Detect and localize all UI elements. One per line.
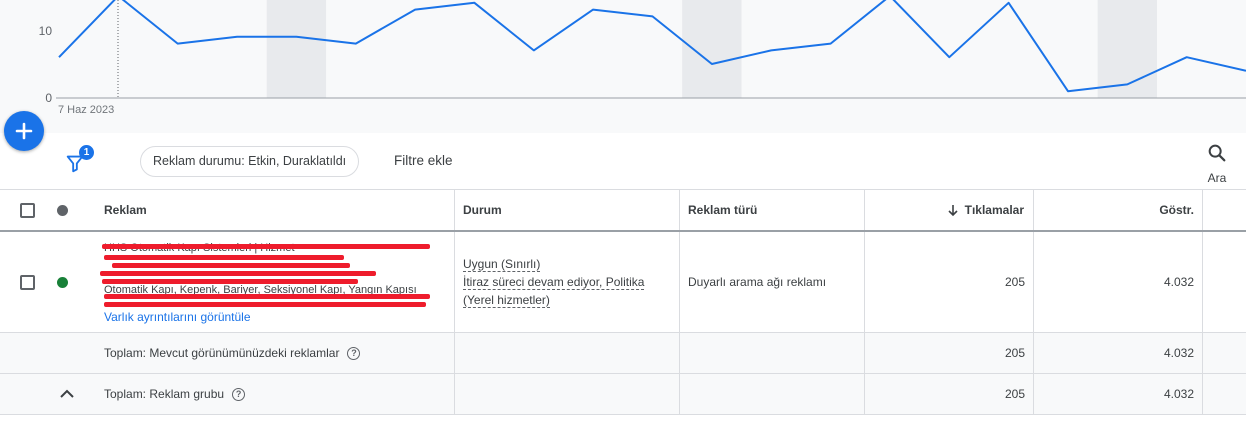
data-point[interactable] <box>354 42 358 46</box>
search-button[interactable]: Ara <box>1204 142 1230 185</box>
data-point[interactable] <box>1185 55 1189 59</box>
status-line-3[interactable]: (Yerel hizmetler) <box>463 293 550 308</box>
search-label: Ara <box>1207 171 1227 185</box>
data-point[interactable] <box>532 48 536 52</box>
filter-count-badge: 1 <box>79 145 94 160</box>
clicks-cell: 205 <box>1004 275 1025 289</box>
impressions-cell: 4.032 <box>1163 275 1194 289</box>
series-line <box>58 0 1246 93</box>
column-header-impressions[interactable]: Göstr. <box>1033 190 1194 230</box>
column-header-ad[interactable]: Reklam <box>104 190 147 230</box>
total-view-impressions: 4.032 <box>1163 346 1194 360</box>
redaction-mark <box>104 255 344 260</box>
data-point[interactable] <box>947 55 951 59</box>
filter-bar: 1 Reklam durumu: Etkin, Duraklatıldı Fil… <box>0 133 1246 190</box>
redaction-mark <box>112 263 350 268</box>
table-row: HHS Otomatik Kapı Sistemleri | Hizmet Ot… <box>0 232 1246 333</box>
select-all-checkbox[interactable] <box>20 202 35 218</box>
y-tick-10: 10 <box>38 24 52 38</box>
total-row-ad-group-label-wrap: Toplam: Reklam grubu ? <box>104 374 246 414</box>
ads-table: Reklam Durum Reklam türü Tıklamalar Göst… <box>0 190 1246 415</box>
total-view-clicks: 205 <box>1004 346 1025 360</box>
data-point[interactable] <box>769 48 773 52</box>
column-header-clicks[interactable]: Tıklamalar <box>864 190 1024 230</box>
total-row-ad-group-label: Toplam: Reklam grubu <box>104 387 225 401</box>
data-point[interactable] <box>1066 89 1070 93</box>
status-line-2[interactable]: İtiraz süreci devam ediyor, Politika <box>463 275 645 290</box>
total-ad-group-clicks: 205 <box>1004 387 1025 401</box>
data-point[interactable] <box>1007 1 1011 5</box>
data-point[interactable] <box>591 8 595 12</box>
ad-type-cell: Duyarlı arama ağı reklamı <box>688 275 827 289</box>
plus-icon <box>15 122 33 140</box>
weekend-band <box>682 0 742 98</box>
redaction-mark <box>102 244 430 249</box>
data-point[interactable] <box>710 62 714 66</box>
filter-button[interactable]: 1 <box>64 145 94 175</box>
redaction-mark <box>104 302 426 307</box>
data-point[interactable] <box>413 8 417 12</box>
data-point[interactable] <box>829 42 833 46</box>
data-point[interactable] <box>176 42 180 46</box>
ad-preview: HHS Otomatik Kapı Sistemleri | Hizmet Ot… <box>100 232 430 332</box>
help-icon[interactable]: ? <box>347 346 361 360</box>
status-column-icon <box>57 204 68 216</box>
y-tick-0: 0 <box>45 91 52 105</box>
x-tick-start-date: 7 Haz 2023 <box>58 104 115 116</box>
data-point[interactable] <box>57 55 61 59</box>
status-enabled-dot <box>57 276 68 288</box>
data-point[interactable] <box>1125 82 1129 86</box>
performance-chart: 10 0 7 Haz 2023 <box>0 0 1246 133</box>
search-icon <box>1208 144 1226 162</box>
total-row-view-label: Toplam: Mevcut görünümünüzdeki reklamlar <box>104 346 340 360</box>
column-header-ad-type[interactable]: Reklam türü <box>688 190 757 230</box>
table-header-row: Reklam Durum Reklam türü Tıklamalar Göst… <box>0 190 1246 232</box>
collapse-button[interactable] <box>58 374 76 414</box>
status-filter-chip[interactable]: Reklam durumu: Etkin, Duraklatıldı <box>140 146 360 177</box>
sort-down-arrow-icon <box>948 205 958 217</box>
data-point[interactable] <box>294 35 298 39</box>
help-icon[interactable]: ? <box>232 387 246 401</box>
column-header-clicks-label: Tıklamalar <box>964 203 1024 217</box>
chart-svg <box>56 0 1246 99</box>
status-line-1[interactable]: Uygun (Sınırlı) <box>463 257 541 272</box>
data-point[interactable] <box>235 35 239 39</box>
redaction-mark <box>104 294 430 299</box>
data-point[interactable] <box>651 14 655 18</box>
column-header-status[interactable]: Durum <box>463 190 502 230</box>
add-filter-button[interactable]: Filtre ekle <box>394 153 453 168</box>
total-row-view: Toplam: Mevcut görünümünüzdeki reklamlar… <box>0 333 1246 374</box>
total-ad-group-impressions: 4.032 <box>1163 387 1194 401</box>
data-point[interactable] <box>472 1 476 5</box>
add-button[interactable] <box>4 111 44 151</box>
redaction-mark <box>100 271 376 276</box>
view-asset-details-link[interactable]: Varlık ayrıntılarını görüntüle <box>104 310 251 324</box>
total-row-ad-group: Toplam: Reklam grubu ? 205 4.032 <box>0 374 1246 415</box>
status-cell: Uygun (Sınırlı) İtiraz süreci devam ediy… <box>463 232 645 332</box>
weekend-band <box>266 0 327 98</box>
chevron-up-icon <box>60 389 74 398</box>
total-row-view-label-wrap: Toplam: Mevcut görünümünüzdeki reklamlar… <box>104 333 361 373</box>
row-checkbox[interactable] <box>20 274 35 290</box>
